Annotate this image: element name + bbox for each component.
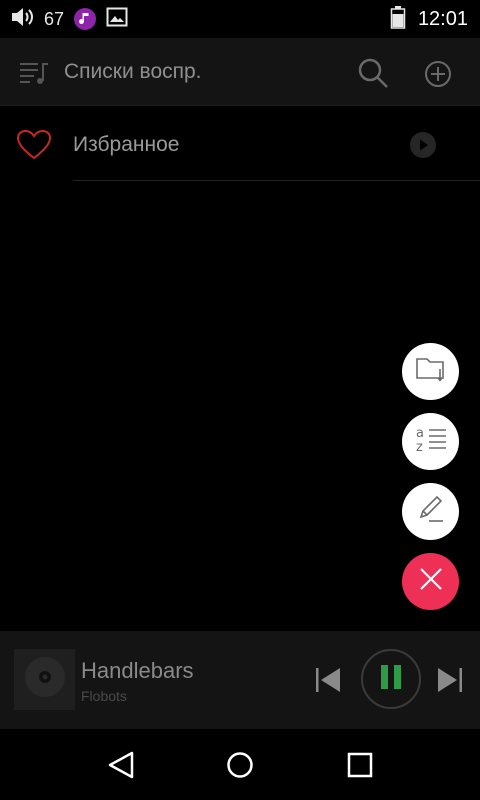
navigation-bar [0,729,480,800]
heart-icon [16,129,52,161]
status-bar-left: 67 [10,5,128,33]
edit-button[interactable] [402,483,459,540]
folder-import-button[interactable] [402,343,459,400]
disc-icon [23,655,67,704]
playlist-menu-icon[interactable] [18,58,50,88]
battery-icon [390,5,406,34]
close-fab-button[interactable] [402,553,459,610]
album-art[interactable] [14,649,75,710]
recent-apps-icon[interactable] [344,749,376,781]
divider [73,180,480,181]
pause-button[interactable] [361,649,421,709]
svg-text:a: a [416,426,424,441]
page-title: Списки воспр. [64,60,202,83]
music-notification-icon [74,8,97,30]
status-bar: 67 12:01 [0,0,480,38]
sort-az-button[interactable]: a z [402,413,459,470]
volume-level: 67 [44,8,65,29]
pause-icon [378,664,404,695]
search-icon[interactable] [356,56,390,90]
playlist-name: Избранное [73,133,180,156]
mini-player[interactable]: Handlebars Flobots [0,631,480,729]
image-notification-icon [106,7,128,32]
status-bar-right: 12:01 [390,5,468,33]
play-icon[interactable] [410,132,436,158]
next-icon[interactable] [436,667,464,693]
svg-text:z: z [416,440,423,454]
home-icon[interactable] [224,749,256,781]
volume-icon [10,5,36,34]
sort-az-icon: a z [414,424,448,459]
list-item[interactable]: Избранное [0,107,480,181]
folder-import-icon [414,354,448,389]
clock: 12:01 [417,7,468,30]
toolbar: Списки воспр. [0,38,480,106]
close-icon [417,565,445,598]
previous-icon[interactable] [314,667,342,693]
back-icon[interactable] [106,749,138,781]
track-title[interactable]: Handlebars [81,658,194,684]
pencil-edit-icon [415,493,447,530]
track-artist[interactable]: Flobots [81,688,127,704]
add-circle-icon[interactable] [422,58,454,90]
